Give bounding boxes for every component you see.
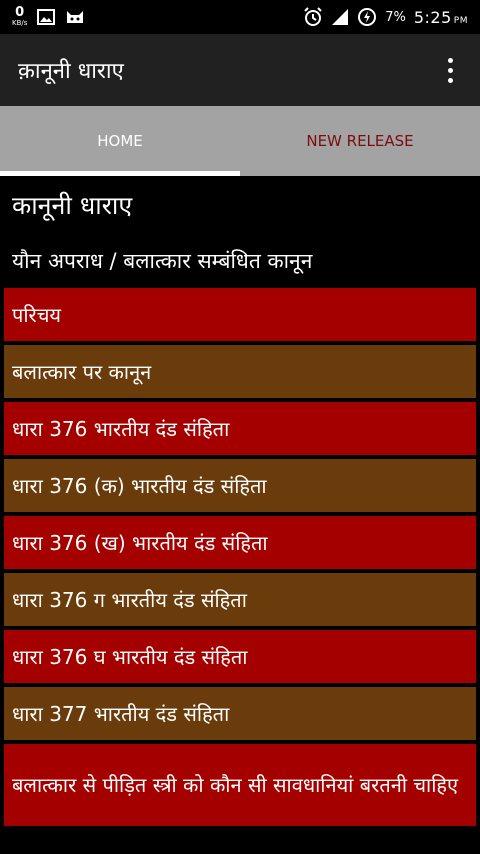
category-header: यौन अपराध / बलात्कार सम्बंधित कानून (12, 248, 313, 273)
list-item-section-376[interactable]: धारा 376 भारतीय दंड संहिता (4, 402, 476, 455)
alarm-icon (303, 7, 323, 27)
main-content: कानूनी धाराए यौन अपराध / बलात्कार सम्बंध… (0, 176, 480, 854)
list-item-section-376d[interactable]: धारा 376 घ भारतीय दंड संहिता (4, 630, 476, 683)
tab-new-release[interactable]: NEW RELEASE (240, 106, 480, 176)
network-speed: 0 KB/s (12, 4, 28, 27)
list-item-section-377[interactable]: धारा 377 भारतीय दंड संहिता (4, 687, 476, 740)
app-bar: क़ानूनी धाराए (0, 34, 480, 106)
signal-icon (331, 8, 349, 26)
battery-charging-icon (357, 7, 377, 27)
image-icon (37, 9, 56, 25)
law-list: परिचय बलात्कार पर कानून धारा 376 भारतीय … (0, 288, 480, 826)
list-item-precautions[interactable]: बलात्कार से पीड़ित स्त्री को कौन सी सावध… (4, 744, 476, 826)
section-title: कानूनी धाराए (12, 190, 133, 220)
clock: 5:25 PM (413, 7, 468, 27)
battery-percent: 7% (385, 9, 406, 25)
list-item-section-376a[interactable]: धारा 376 (क) भारतीय दंड संहिता (4, 459, 476, 512)
tab-home[interactable]: HOME (0, 106, 240, 176)
tab-bar: HOME NEW RELEASE (0, 106, 480, 176)
list-item-section-376b[interactable]: धारा 376 (ख) भारतीय दंड संहिता (4, 516, 476, 569)
cat-icon (65, 9, 85, 25)
list-item-rape-law[interactable]: बलात्कार पर कानून (4, 345, 476, 398)
app-title: क़ानूनी धाराए (18, 59, 124, 84)
list-item-section-376c[interactable]: धारा 376 ग भारतीय दंड संहिता (4, 573, 476, 626)
list-item-introduction[interactable]: परिचय (4, 288, 476, 341)
overflow-menu-icon[interactable] (432, 52, 468, 88)
status-bar: 0 KB/s 7% 5:25 PM (0, 0, 480, 34)
